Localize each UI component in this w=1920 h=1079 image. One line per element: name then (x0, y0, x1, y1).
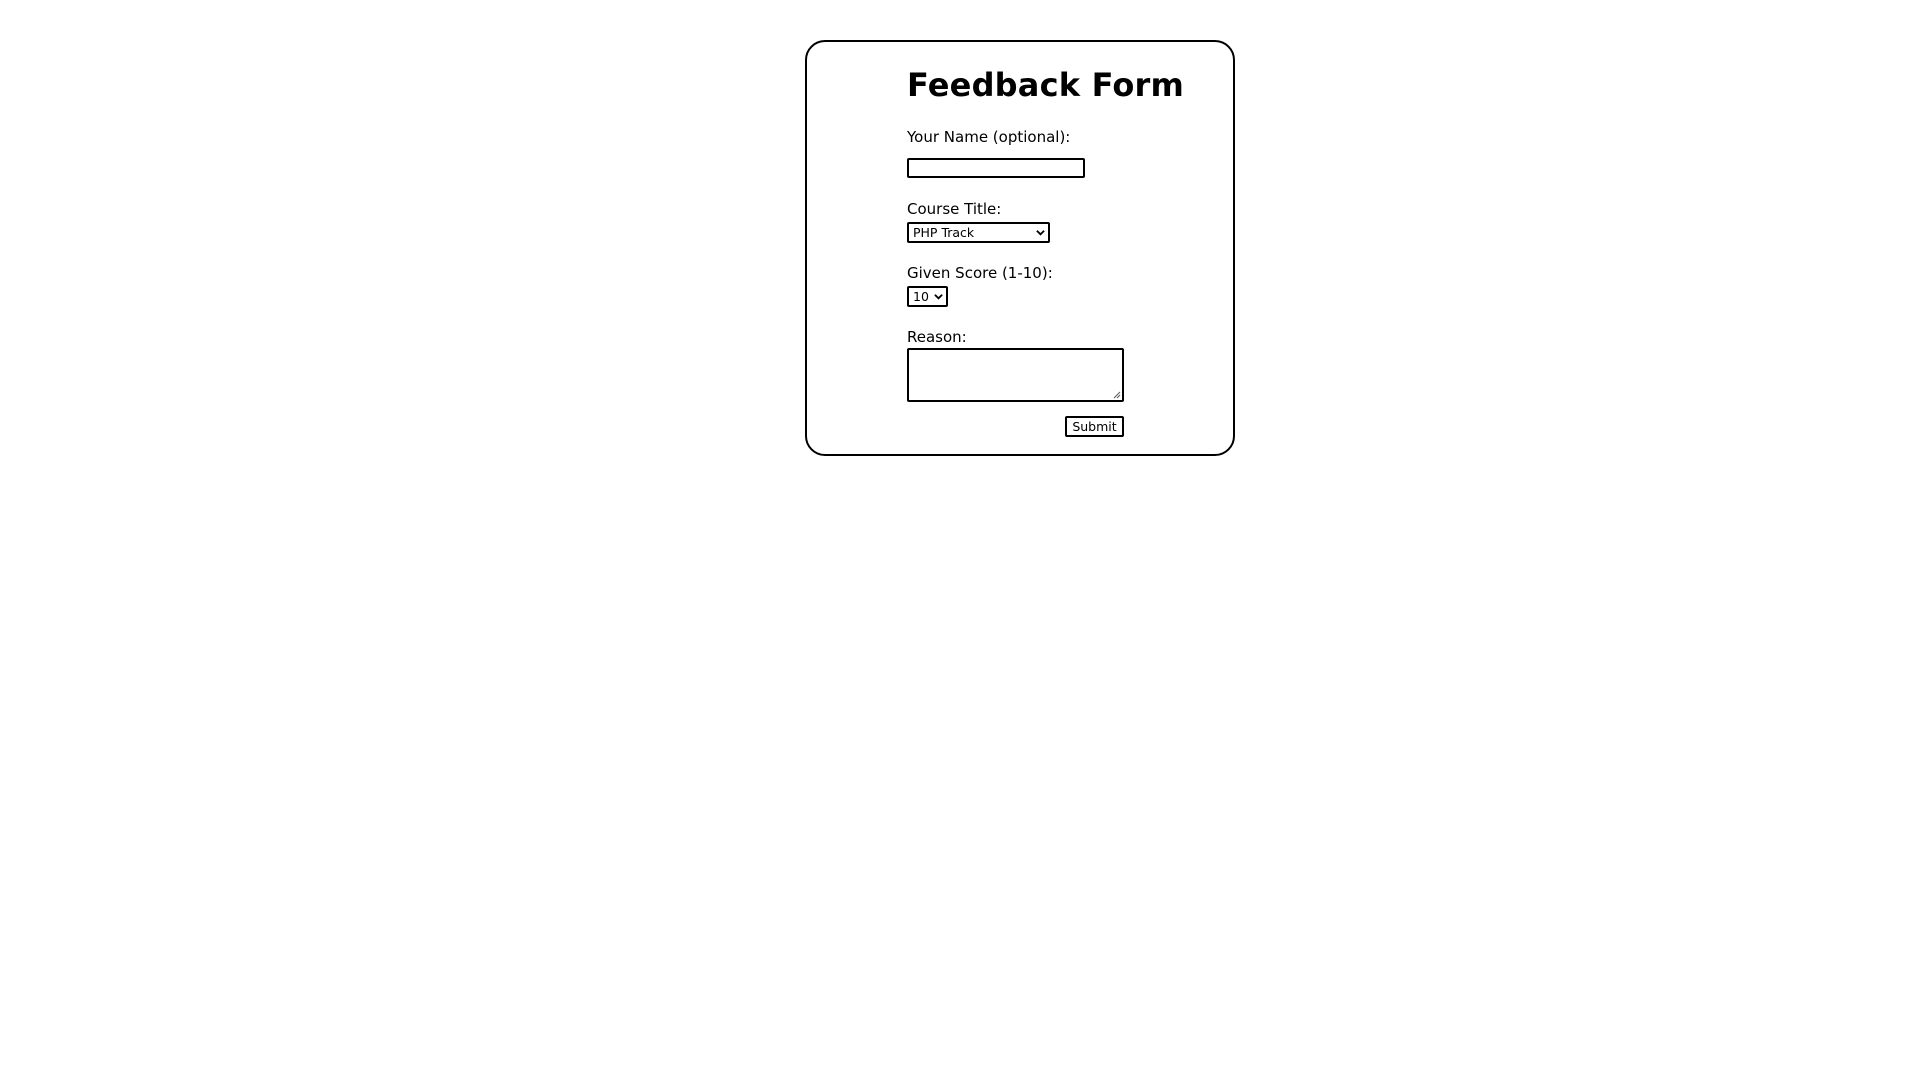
resize-grip-icon[interactable] (1113, 391, 1121, 399)
score-select[interactable]: 10 (907, 286, 948, 307)
page-title: Feedback Form (907, 66, 1185, 104)
reason-textarea[interactable] (907, 348, 1124, 402)
course-title-select[interactable]: PHP Track (907, 222, 1050, 243)
submit-button[interactable]: Submit (1065, 416, 1124, 437)
name-label: Your Name (optional): (907, 128, 1071, 146)
score-label: Given Score (1-10): (907, 264, 1053, 282)
course-title-label: Course Title: (907, 200, 1002, 218)
score-selected-value: 10 (913, 289, 929, 304)
chevron-down-icon (934, 294, 943, 300)
reason-label: Reason: (907, 328, 967, 346)
chevron-down-icon (1036, 230, 1045, 236)
feedback-form-card: Feedback Form Your Name (optional): Cour… (805, 40, 1235, 456)
name-input[interactable] (907, 158, 1085, 178)
course-title-selected-value: PHP Track (913, 225, 975, 240)
